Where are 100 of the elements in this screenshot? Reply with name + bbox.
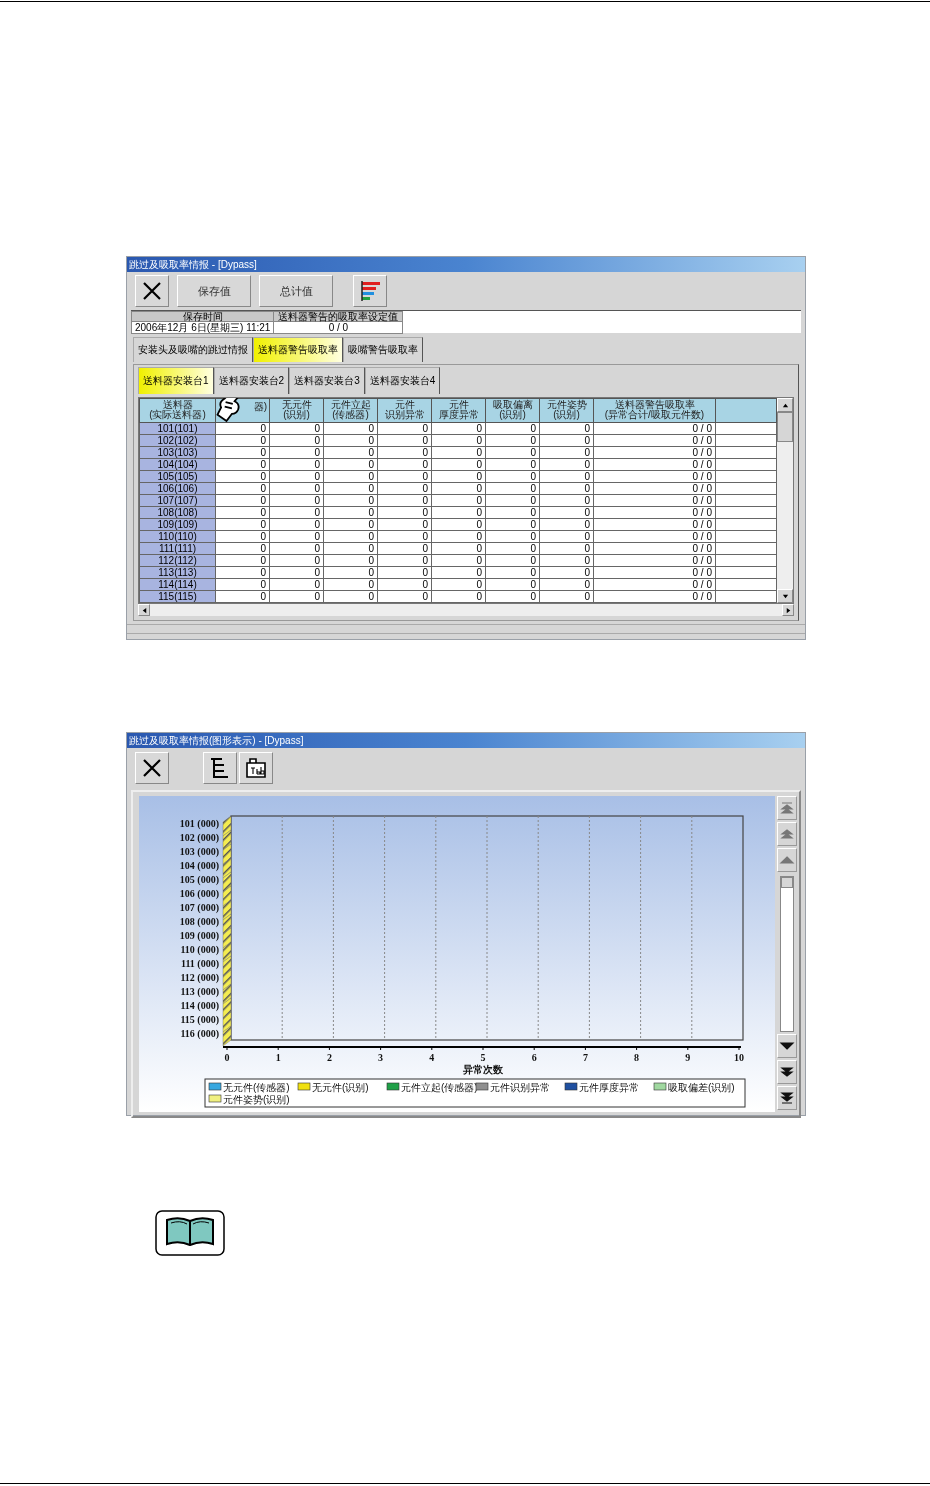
- arrow-icon: [779, 828, 795, 840]
- axis-label: 异常次数: [463, 1064, 503, 1075]
- info-value: 0 / 0: [273, 321, 403, 334]
- table-cell: 0: [485, 458, 540, 471]
- tab[interactable]: 送料器安装台4: [364, 367, 441, 394]
- table-cell: 0: [269, 470, 324, 483]
- table-cell: 0: [485, 494, 540, 507]
- table-cell: 0: [215, 470, 270, 483]
- table-cell: 0: [431, 554, 486, 567]
- table-cell: 0 / 0: [593, 554, 716, 567]
- table-cell: 0 / 0: [593, 470, 716, 483]
- column-header: 器): [253, 402, 267, 412]
- scroll-down-button[interactable]: [777, 1034, 797, 1058]
- column-header: (识别): [552, 410, 580, 420]
- toolbar-button[interactable]: 保存值: [177, 275, 251, 307]
- legend-label: 吸取偏差(识别): [668, 1081, 735, 1093]
- tab[interactable]: 送料器安装台3: [289, 367, 365, 394]
- column-header: 吸取偏离: [491, 400, 534, 410]
- toolbar-button[interactable]: [135, 275, 169, 307]
- column-header: 送料器警告吸取率: [613, 400, 696, 410]
- category-label: 112 (000): [180, 971, 219, 983]
- column-header: (实际送料器): [148, 410, 207, 420]
- table-cell: 0: [431, 422, 486, 435]
- scroll-left-button[interactable]: [138, 604, 150, 616]
- column-header: 元件立起: [329, 400, 372, 410]
- table-cell: 0 / 0: [593, 530, 716, 543]
- scroll-thumb[interactable]: [777, 412, 793, 442]
- table-cell: 0: [431, 578, 486, 591]
- vertical-scrollbar[interactable]: [777, 398, 793, 603]
- column-header: 元件: [447, 400, 469, 410]
- tab[interactable]: 安装头及吸嘴的跳过情报: [133, 337, 253, 362]
- table-cell: 0 / 0: [593, 506, 716, 519]
- table-cell: 0: [377, 422, 432, 435]
- table-cell: 0: [215, 458, 270, 471]
- table-cell: 0: [215, 590, 270, 603]
- table-cell: 0: [269, 482, 324, 495]
- table-cell: 0: [215, 422, 270, 435]
- tick-label: 5: [480, 1052, 486, 1063]
- scroll-down-button[interactable]: [777, 589, 793, 603]
- scroll-pgup-button[interactable]: [777, 822, 797, 846]
- table-cell: 0: [431, 470, 486, 483]
- table-cell: 0: [485, 434, 540, 447]
- toolbar-button[interactable]: [239, 752, 273, 784]
- tick-label: 10: [734, 1052, 744, 1063]
- table-cell: 0: [323, 578, 378, 591]
- scroll-bottom-button[interactable]: [777, 1086, 797, 1110]
- table-cell: 0: [485, 554, 540, 567]
- tab[interactable]: 送料器安装台2: [213, 367, 290, 394]
- legend-label: 元件姿势(识别): [223, 1093, 290, 1105]
- arrow-icon: [781, 401, 789, 409]
- table-cell: 0: [215, 530, 270, 543]
- table-cell: 0: [539, 494, 594, 507]
- toolbar-button[interactable]: [353, 275, 387, 307]
- category-label: 115 (000): [180, 1013, 219, 1025]
- table-cell: 0: [269, 446, 324, 459]
- table-cell: 0: [431, 434, 486, 447]
- table-cell: 0: [485, 446, 540, 459]
- table-cell: 0: [377, 566, 432, 579]
- table-cell: 0: [269, 542, 324, 555]
- horizontal-scrollbar[interactable]: [138, 604, 794, 616]
- toolbar-button[interactable]: [203, 752, 237, 784]
- tab[interactable]: 送料器警告吸取率: [253, 337, 343, 362]
- table-cell: 0: [323, 422, 378, 435]
- scroll-pgdn-button[interactable]: [777, 1060, 797, 1084]
- column-header: 送料器: [162, 400, 193, 410]
- column-header: 元件: [394, 400, 415, 410]
- arrow-icon: [779, 802, 795, 814]
- scroll-right-button[interactable]: [782, 604, 794, 616]
- scroll-up-button[interactable]: [777, 398, 793, 412]
- tick-label: 2: [326, 1052, 332, 1063]
- arrow-icon: [779, 1066, 795, 1078]
- table-cell: 0: [377, 482, 432, 495]
- table-cell: 0: [215, 446, 270, 459]
- table-cell: 0 / 0: [593, 566, 716, 579]
- table-cell: 0: [323, 470, 378, 483]
- table-cell: 0: [485, 590, 540, 603]
- legend-label: 元件厚度异常: [579, 1081, 639, 1093]
- column-header: 厚度异常: [437, 410, 480, 420]
- toolbar-button[interactable]: [135, 752, 169, 784]
- table-cell: 0: [431, 590, 486, 603]
- table-cell: 0: [215, 554, 270, 567]
- table-cell: 0: [215, 578, 270, 591]
- table-cell: 0 / 0: [593, 422, 716, 435]
- table-cell: 0: [431, 530, 486, 543]
- scroll-thumb[interactable]: [781, 877, 793, 888]
- book-icon: [155, 1210, 225, 1256]
- table-cell: 0: [539, 458, 594, 471]
- tab[interactable]: 吸嘴警告吸取率: [343, 337, 423, 362]
- table-cell: 0: [215, 542, 270, 555]
- table-cell: 0: [269, 530, 324, 543]
- table-cell: 0: [377, 554, 432, 567]
- table-cell: 0: [377, 590, 432, 603]
- scroll-top-button[interactable]: [777, 796, 797, 820]
- table-cell: 0: [539, 566, 594, 579]
- table-cell: 0: [323, 530, 378, 543]
- category-label: 104 (000): [179, 859, 219, 871]
- tab[interactable]: 送料器安装台1: [138, 367, 214, 394]
- toolbar-button[interactable]: 总计值: [259, 275, 333, 307]
- arrow-icon: [779, 854, 795, 866]
- scroll-track[interactable]: [780, 876, 794, 1032]
